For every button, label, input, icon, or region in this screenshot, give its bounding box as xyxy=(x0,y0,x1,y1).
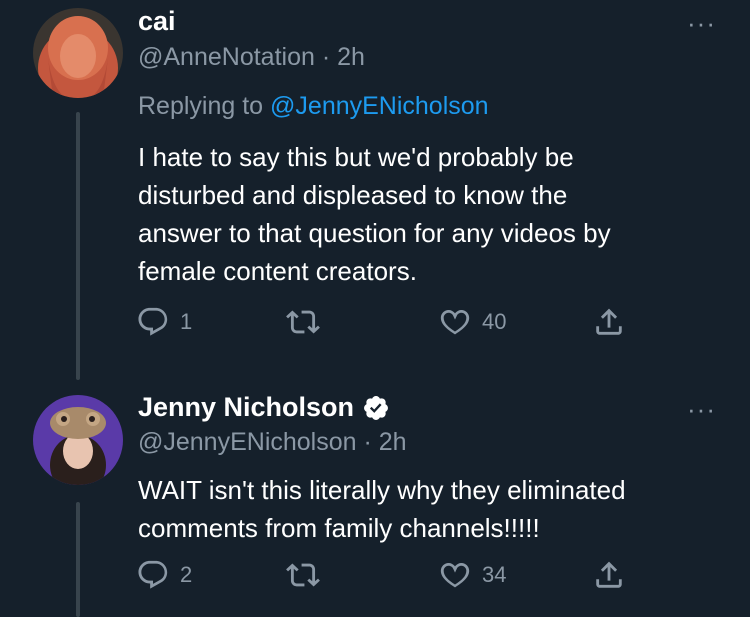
author-row: cai xyxy=(138,6,176,37)
more-icon[interactable]: ··· xyxy=(687,8,716,39)
retweet-button[interactable] xyxy=(286,305,330,339)
reply-handle-link[interactable]: @JennyENicholson xyxy=(270,92,489,120)
thread-line xyxy=(76,112,80,380)
reply-count: 2 xyxy=(180,562,193,587)
more-icon[interactable]: ··· xyxy=(687,394,716,425)
share-button[interactable] xyxy=(592,305,626,339)
reply-icon xyxy=(138,560,168,589)
reply-count: 1 xyxy=(180,309,193,334)
tweet-text: I hate to say this but we'd probably be … xyxy=(138,142,611,286)
tweet-text: WAIT isn't this literally why they elimi… xyxy=(138,475,626,543)
like-icon xyxy=(440,562,470,588)
reply-icon xyxy=(138,307,168,336)
tweet-2[interactable]: Jenny Nicholson ··· @JennyENicholson · 2… xyxy=(0,380,750,617)
like-button[interactable]: 40 xyxy=(438,305,506,339)
verified-badge-icon xyxy=(364,395,389,420)
author-handle[interactable]: @AnneNotation xyxy=(138,43,315,71)
like-count: 40 xyxy=(482,309,507,334)
author-name[interactable]: cai xyxy=(138,6,176,37)
retweet-icon xyxy=(286,310,320,334)
like-icon xyxy=(440,309,470,335)
author-handle-time: @JennyENicholson · 2h xyxy=(138,428,407,457)
author-handle[interactable]: @JennyENicholson xyxy=(138,428,357,456)
author-row: Jenny Nicholson xyxy=(138,392,390,423)
thread-line xyxy=(76,502,80,617)
author-handle-time: @AnneNotation · 2h xyxy=(138,43,365,72)
action-bar: 1 40 xyxy=(136,305,626,345)
timestamp[interactable]: · 2h xyxy=(364,428,407,456)
action-bar: 2 34 xyxy=(136,558,626,598)
retweet-button[interactable] xyxy=(286,558,330,592)
retweet-icon xyxy=(286,563,320,587)
reply-button[interactable]: 1 xyxy=(136,305,192,339)
replying-to: Replying to @JennyENicholson xyxy=(138,92,489,121)
avatar[interactable] xyxy=(33,395,123,485)
like-button[interactable]: 34 xyxy=(438,558,506,592)
like-count: 34 xyxy=(482,562,507,587)
timestamp[interactable]: · 2h xyxy=(322,43,365,71)
author-name[interactable]: Jenny Nicholson xyxy=(138,392,354,423)
share-icon xyxy=(596,308,622,335)
reply-button[interactable]: 2 xyxy=(136,558,192,592)
share-icon xyxy=(596,561,622,588)
avatar[interactable] xyxy=(33,8,123,98)
replying-to-label: Replying to xyxy=(138,92,271,120)
tweet-1[interactable]: cai ··· @AnneNotation · 2h Replying to @… xyxy=(0,0,750,380)
share-button[interactable] xyxy=(592,558,626,592)
